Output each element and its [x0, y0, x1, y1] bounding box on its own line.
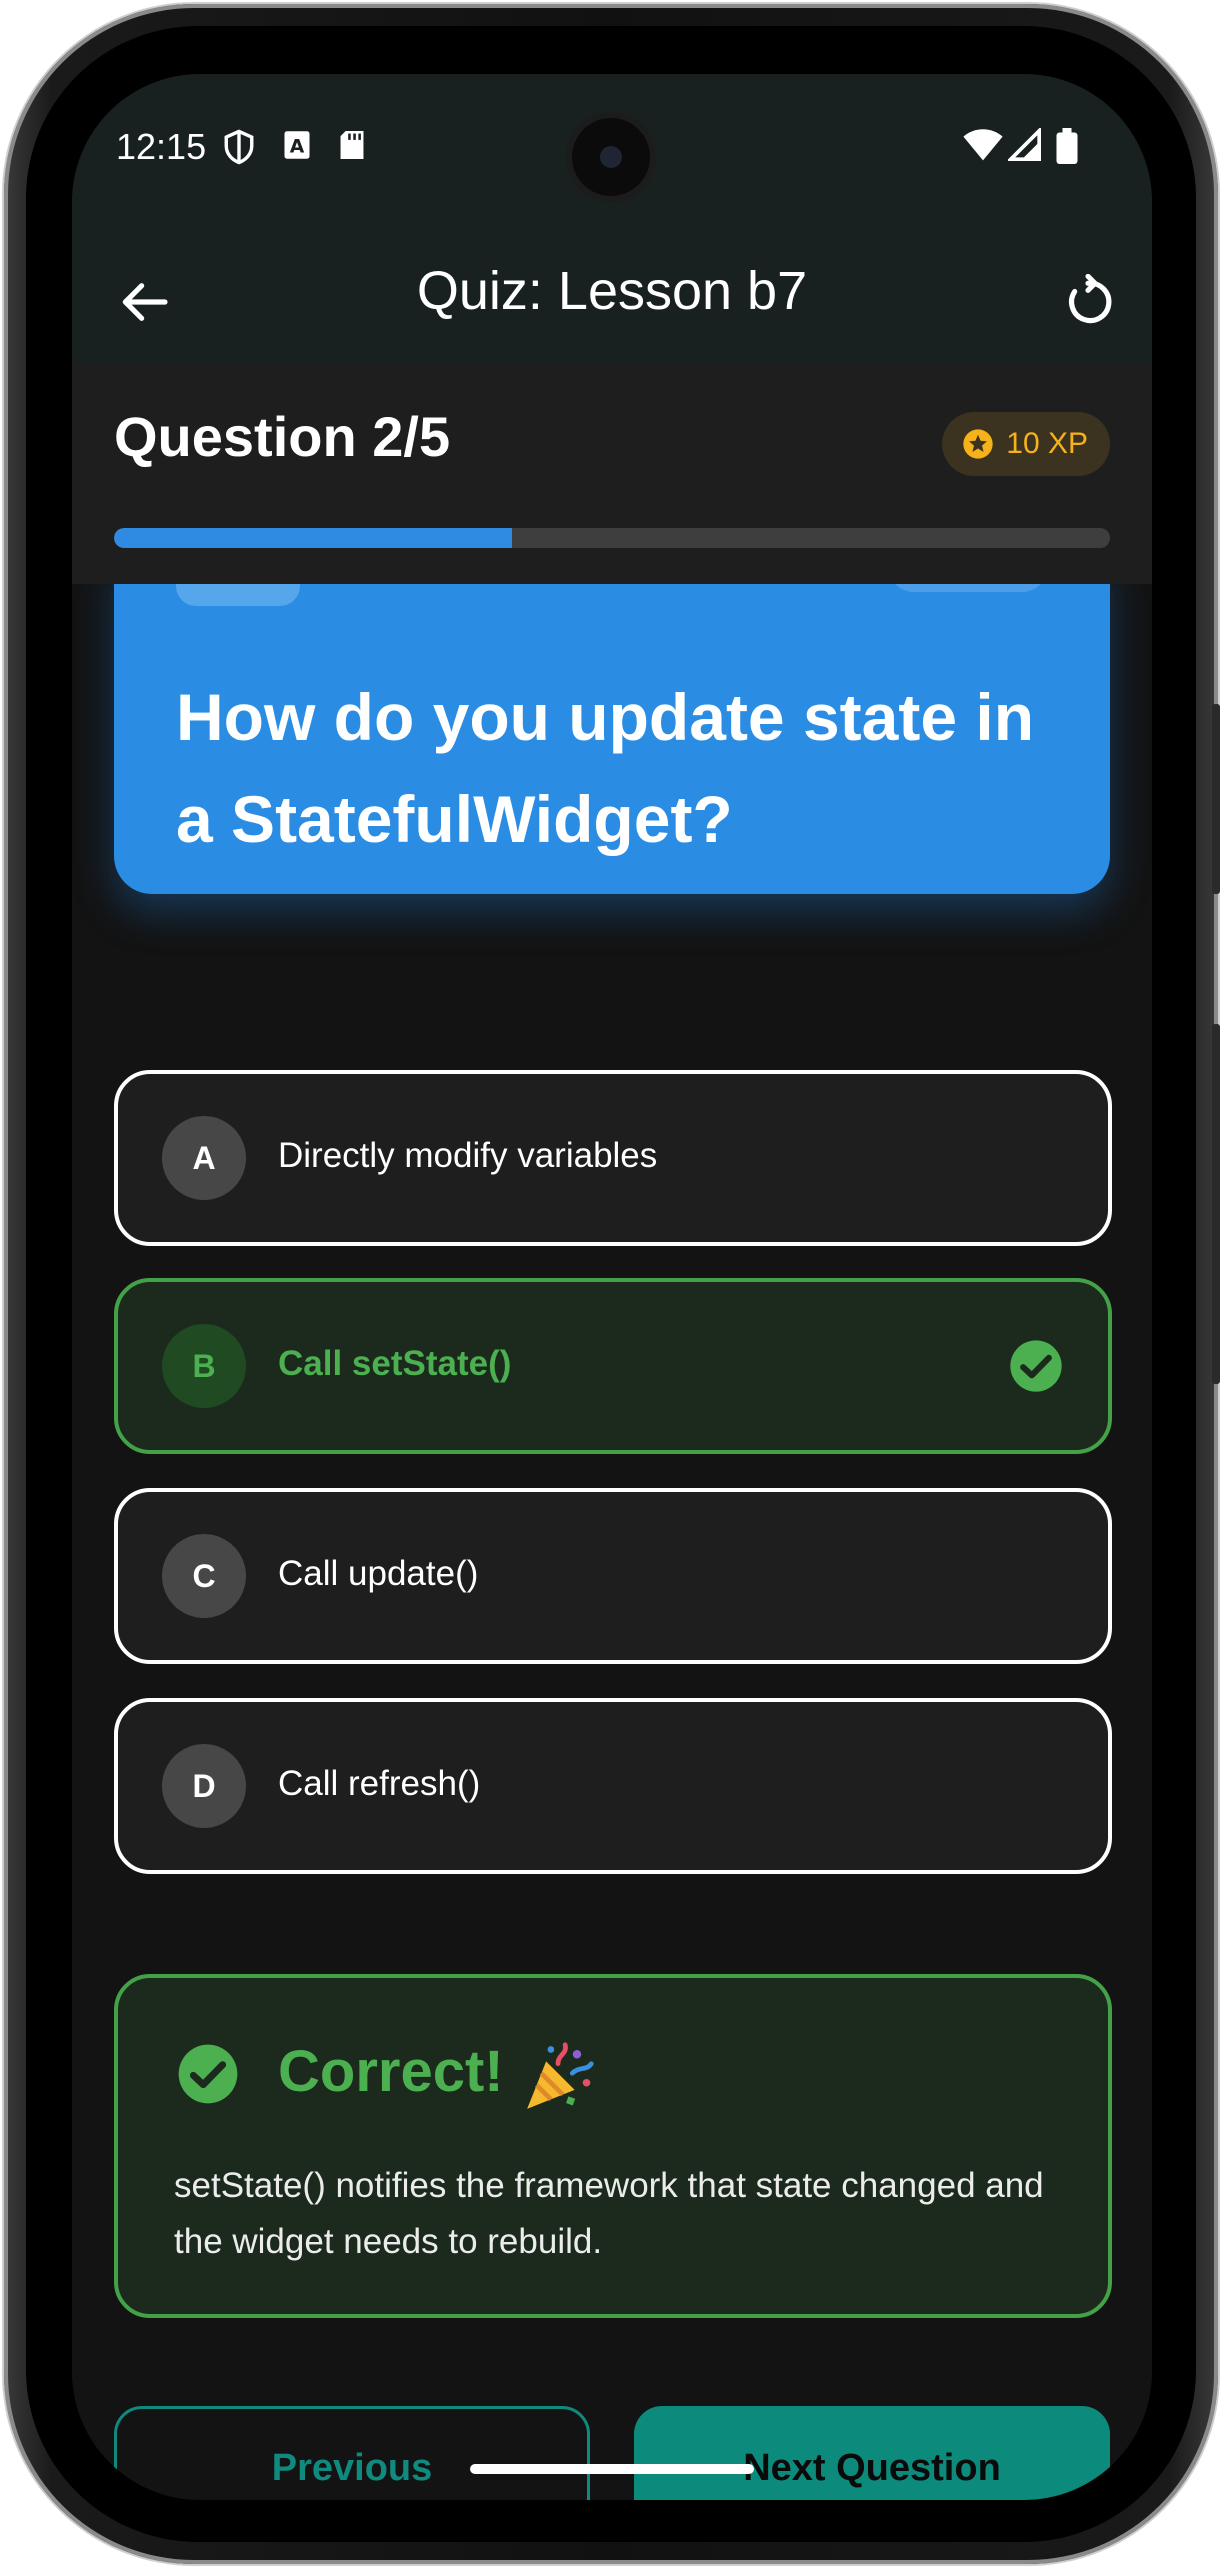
xp-label: 10 XP [1006, 427, 1088, 460]
star-coin-icon [963, 429, 993, 459]
font-a-icon: A [284, 131, 310, 159]
quiz-content[interactable]: How do you update state in a StatefulWid… [72, 584, 1152, 2500]
party-popper-icon [527, 2042, 594, 2109]
option-b[interactable]: B Call setState() [114, 1278, 1112, 1454]
power-button [1212, 704, 1220, 894]
option-label: Directly modify variables [278, 1136, 658, 1175]
previous-button[interactable]: Previous [114, 2406, 590, 2500]
question-text: How do you update state in a StatefulWid… [176, 680, 1035, 856]
status-time: 12:15 [116, 126, 207, 167]
svg-text:A: A [290, 137, 305, 158]
question-counter: Question 2/5 [114, 405, 451, 468]
sd-card-icon [340, 131, 364, 159]
option-letter: B [162, 1324, 246, 1408]
option-label: Call update() [278, 1554, 479, 1593]
page-title: Quiz: Lesson b7 [416, 261, 808, 321]
question-chip [176, 584, 300, 606]
feedback-card: Correct! setState() notifies the framewo… [114, 1974, 1112, 2318]
question-tag [888, 584, 1048, 592]
progress-bar [114, 528, 1110, 548]
screen: 12:15 A Quiz: Lesson b7 Question 2/5 10 … [72, 74, 1152, 2500]
volume-button [1212, 1024, 1220, 1384]
shield-icon [224, 129, 254, 165]
app-bar: Quiz: Lesson b7 [72, 224, 1152, 364]
gesture-handle[interactable] [470, 2464, 754, 2474]
next-question-button[interactable]: Next Question [634, 2406, 1110, 2500]
option-letter: D [162, 1744, 246, 1828]
progress-fill [114, 528, 513, 548]
option-letter: C [162, 1534, 246, 1618]
feedback-title: Correct! [278, 2039, 504, 2104]
option-c[interactable]: C Call update() [114, 1488, 1112, 1664]
wifi-icon [963, 129, 1003, 161]
front-camera [572, 118, 650, 196]
xp-badge: 10 XP [942, 412, 1110, 476]
question-card: How do you update state in a StatefulWid… [114, 584, 1110, 894]
check-circle-icon [178, 2044, 238, 2104]
feedback-text: setState() notifies the framework that s… [174, 2166, 1044, 2261]
phone-frame: 12:15 A Quiz: Lesson b7 Question 2/5 10 … [4, 4, 1220, 2564]
battery-icon [1056, 128, 1078, 164]
status-bar: 12:15 A [72, 74, 1152, 224]
cell-signal-icon [1008, 128, 1042, 162]
option-letter: A [162, 1116, 246, 1200]
option-label: Call setState() [278, 1344, 512, 1383]
check-circle-icon [1010, 1340, 1062, 1392]
option-d[interactable]: D Call refresh() [114, 1698, 1112, 1874]
option-label: Call refresh() [278, 1764, 481, 1803]
option-a[interactable]: A Directly modify variables [114, 1070, 1112, 1246]
quiz-header: Question 2/5 10 XP [72, 364, 1152, 584]
refresh-icon[interactable] [1060, 274, 1116, 330]
